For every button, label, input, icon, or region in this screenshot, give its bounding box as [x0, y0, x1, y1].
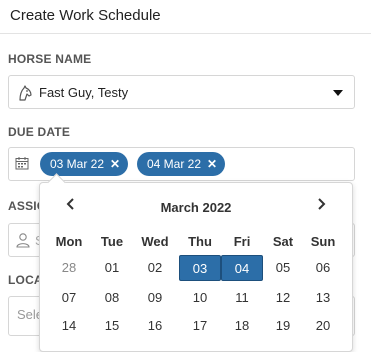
location-label: LOCA — [8, 273, 43, 287]
calendar-day[interactable]: 14 — [49, 313, 89, 339]
calendar-day[interactable]: 06 — [303, 255, 343, 281]
calendar-day[interactable]: 12 — [263, 285, 303, 311]
weekday-header: Mon — [55, 234, 83, 249]
dialog-title: Create Work Schedule — [10, 7, 161, 24]
horse-name-label: HORSE NAME — [8, 52, 92, 66]
calendar-day[interactable]: 20 — [303, 313, 343, 339]
calendar-day[interactable]: 15 — [92, 313, 132, 339]
date-chip: 04 Mar 22 ✕ — [137, 152, 226, 176]
date-chip-label: 04 Mar 22 — [147, 157, 202, 171]
calendar-day[interactable]: 07 — [49, 285, 89, 311]
next-month-button[interactable] — [316, 197, 326, 216]
calendar-day[interactable]: 02 — [135, 255, 175, 281]
calendar-day[interactable]: 16 — [135, 313, 175, 339]
calendar-day-selected[interactable]: 03 — [179, 255, 221, 281]
calendar-day[interactable]: 09 — [135, 285, 175, 311]
date-chip: 03 Mar 22 ✕ — [40, 152, 129, 176]
remove-chip-icon[interactable]: ✕ — [110, 158, 120, 170]
weekday-header: Thu — [188, 234, 212, 249]
chevron-right-icon — [318, 198, 326, 210]
weekday-header: Fri — [233, 234, 251, 249]
calendar-day[interactable]: 13 — [303, 285, 343, 311]
weekday-header: Tue — [100, 234, 124, 249]
calendar-day-selected[interactable]: 04 — [221, 255, 263, 281]
chevron-down-icon[interactable] — [333, 90, 343, 96]
weekday-header: Sun — [310, 234, 336, 249]
month-title: March 2022 — [160, 200, 232, 215]
date-picker-popover: March 2022 Mon Tue Wed Thu Fri Sat Sun 28 01 02 03… — [39, 173, 353, 352]
calendar-icon — [15, 157, 29, 170]
calendar-day[interactable]: 19 — [263, 313, 303, 339]
dialog-header: Create Work Schedule — [0, 0, 371, 34]
calendar-day[interactable]: 10 — [180, 285, 220, 311]
weekday-header: Sat — [272, 234, 294, 249]
weekday-header: Wed — [141, 234, 169, 249]
calendar-day[interactable]: 28 — [49, 255, 89, 281]
horse-head-icon — [19, 85, 32, 101]
user-icon — [16, 233, 30, 248]
calendar-day[interactable]: 17 — [180, 313, 220, 339]
calendar-day[interactable]: 01 — [92, 255, 132, 281]
calendar-day[interactable]: 08 — [92, 285, 132, 311]
remove-chip-icon[interactable]: ✕ — [207, 158, 217, 170]
due-date-label: DUE DATE — [8, 125, 71, 139]
horse-name-value: Fast Guy, Testy — [39, 85, 129, 100]
date-chip-label: 03 Mar 22 — [50, 157, 105, 171]
calendar-day[interactable]: 05 — [263, 255, 303, 281]
calendar-day[interactable]: 18 — [222, 313, 262, 339]
horse-select[interactable]: Fast Guy, Testy — [8, 75, 355, 109]
calendar-day[interactable]: 11 — [222, 285, 262, 311]
